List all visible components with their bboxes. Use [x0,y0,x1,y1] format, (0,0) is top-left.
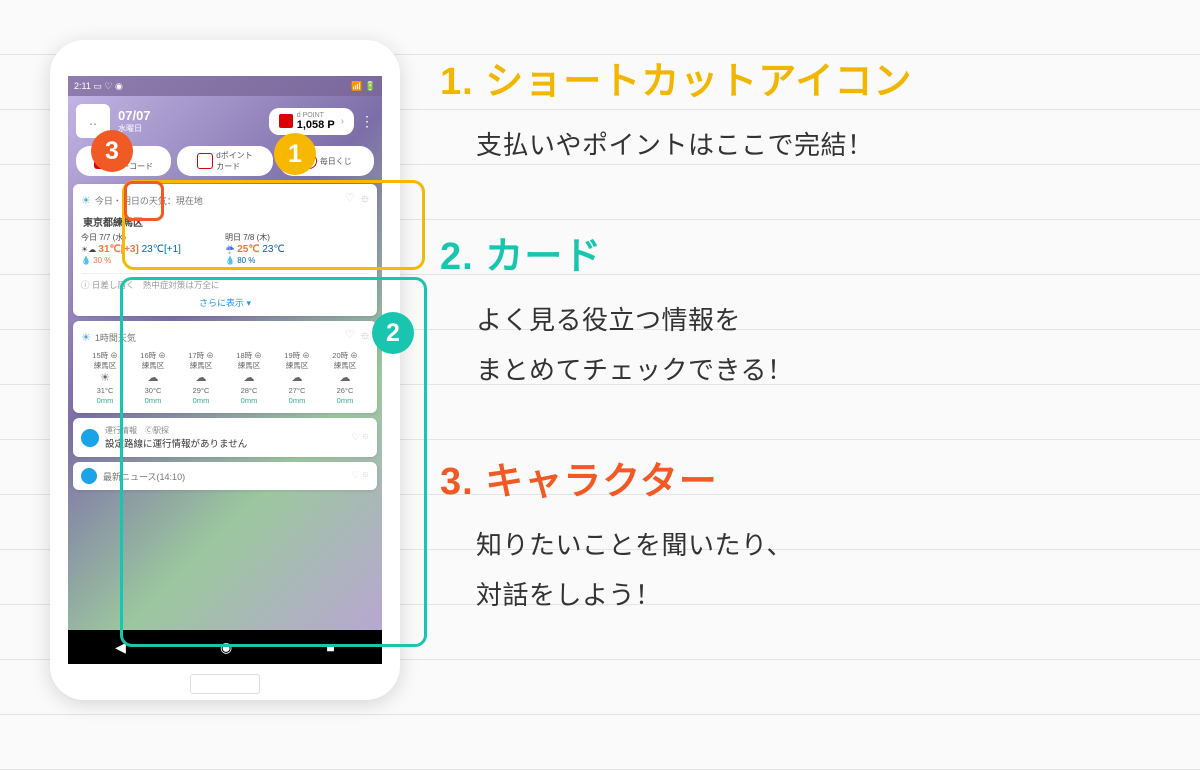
feature-title: 1. ショートカットアイコン [440,50,1170,105]
status-bar: 2:11 ▭ ♡ ◉ 📶 🔋 [68,76,382,96]
hourly-col: 17時 ⊕練馬区☁29°C0mm [177,351,225,406]
weather-icon: ☀ [81,194,91,207]
hourly-col: 18時 ⊕練馬区☁28°C0mm [225,351,273,406]
nav-home-icon[interactable]: ◉ [220,639,232,656]
heart-icon[interactable]: ♡ [345,328,355,347]
pin-icon[interactable]: ⯐ [361,191,369,210]
badge-2: 2 [372,312,414,354]
chevron-right-icon: › [341,116,344,127]
feature-title: 3. キャラクター [440,450,1170,505]
train-card[interactable]: 運行情報 Ⓒ駅探 設定路線に運行情報がありません ♡ ⯐ [73,418,377,457]
hourly-col: 19時 ⊕練馬区☁27°C0mm [273,351,321,406]
dpoint-icon [279,114,293,128]
feature-desc: 知りたいことを聞いたり、 対話をしよう！ [440,521,1170,620]
hourly-col: 20時 ⊕練馬区☁26°C0mm [321,351,369,406]
hourly-col: 16時 ⊕練馬区☁30°C0mm [129,351,177,406]
weather-advice: ⓘ 日差し届く 熱中症対策は万全に [81,273,369,291]
shortcut-dpoint[interactable]: dポイント カード [177,146,272,176]
heart-icon[interactable]: ♡ [345,191,355,210]
news-card[interactable]: 最新ニュース(14:10) ♡ ⯐ [73,462,377,490]
dpoint-card[interactable]: d POINT1,058 P › [269,108,354,135]
feature-title: 2. カード [440,225,1170,280]
kebab-icon[interactable]: ⋮ [360,113,374,130]
feature-desc: 支払いやポイントはここで完結！ [440,121,1170,170]
hourly-col: 15時 ⊕練馬区☀31°C0mm [81,351,129,406]
nav-back-icon[interactable]: ◀ [115,639,126,656]
train-icon [81,429,99,447]
hardware-home [190,674,260,694]
weather-card[interactable]: ☀ 今日・明日の天気：現在地 ♡⯐ 東京都練馬区 今日 7/7 (水) ☀☁ 3… [73,184,377,316]
date-block: 07/07 水曜日 [118,108,151,134]
badge-1: 1 [274,133,316,175]
hourly-icon: ☀ [81,331,91,344]
badge-3: 3 [91,130,133,172]
feature-desc: よく見る役立つ情報を まとめてチェックできる！ [440,296,1170,395]
nav-recent-icon[interactable]: ■ [326,639,334,655]
android-navbar: ◀ ◉ ■ [68,630,382,664]
pin-icon[interactable]: ⯐ [361,328,369,347]
news-icon [81,468,97,484]
weather-more[interactable]: さらに表示 ▾ [81,296,369,309]
hourly-card[interactable]: ☀ 1時間天気 ♡⯐ 15時 ⊕練馬区☀31°C0mm16時 ⊕練馬区☁30°C… [73,321,377,413]
weather-location: 東京都練馬区 [83,214,369,229]
